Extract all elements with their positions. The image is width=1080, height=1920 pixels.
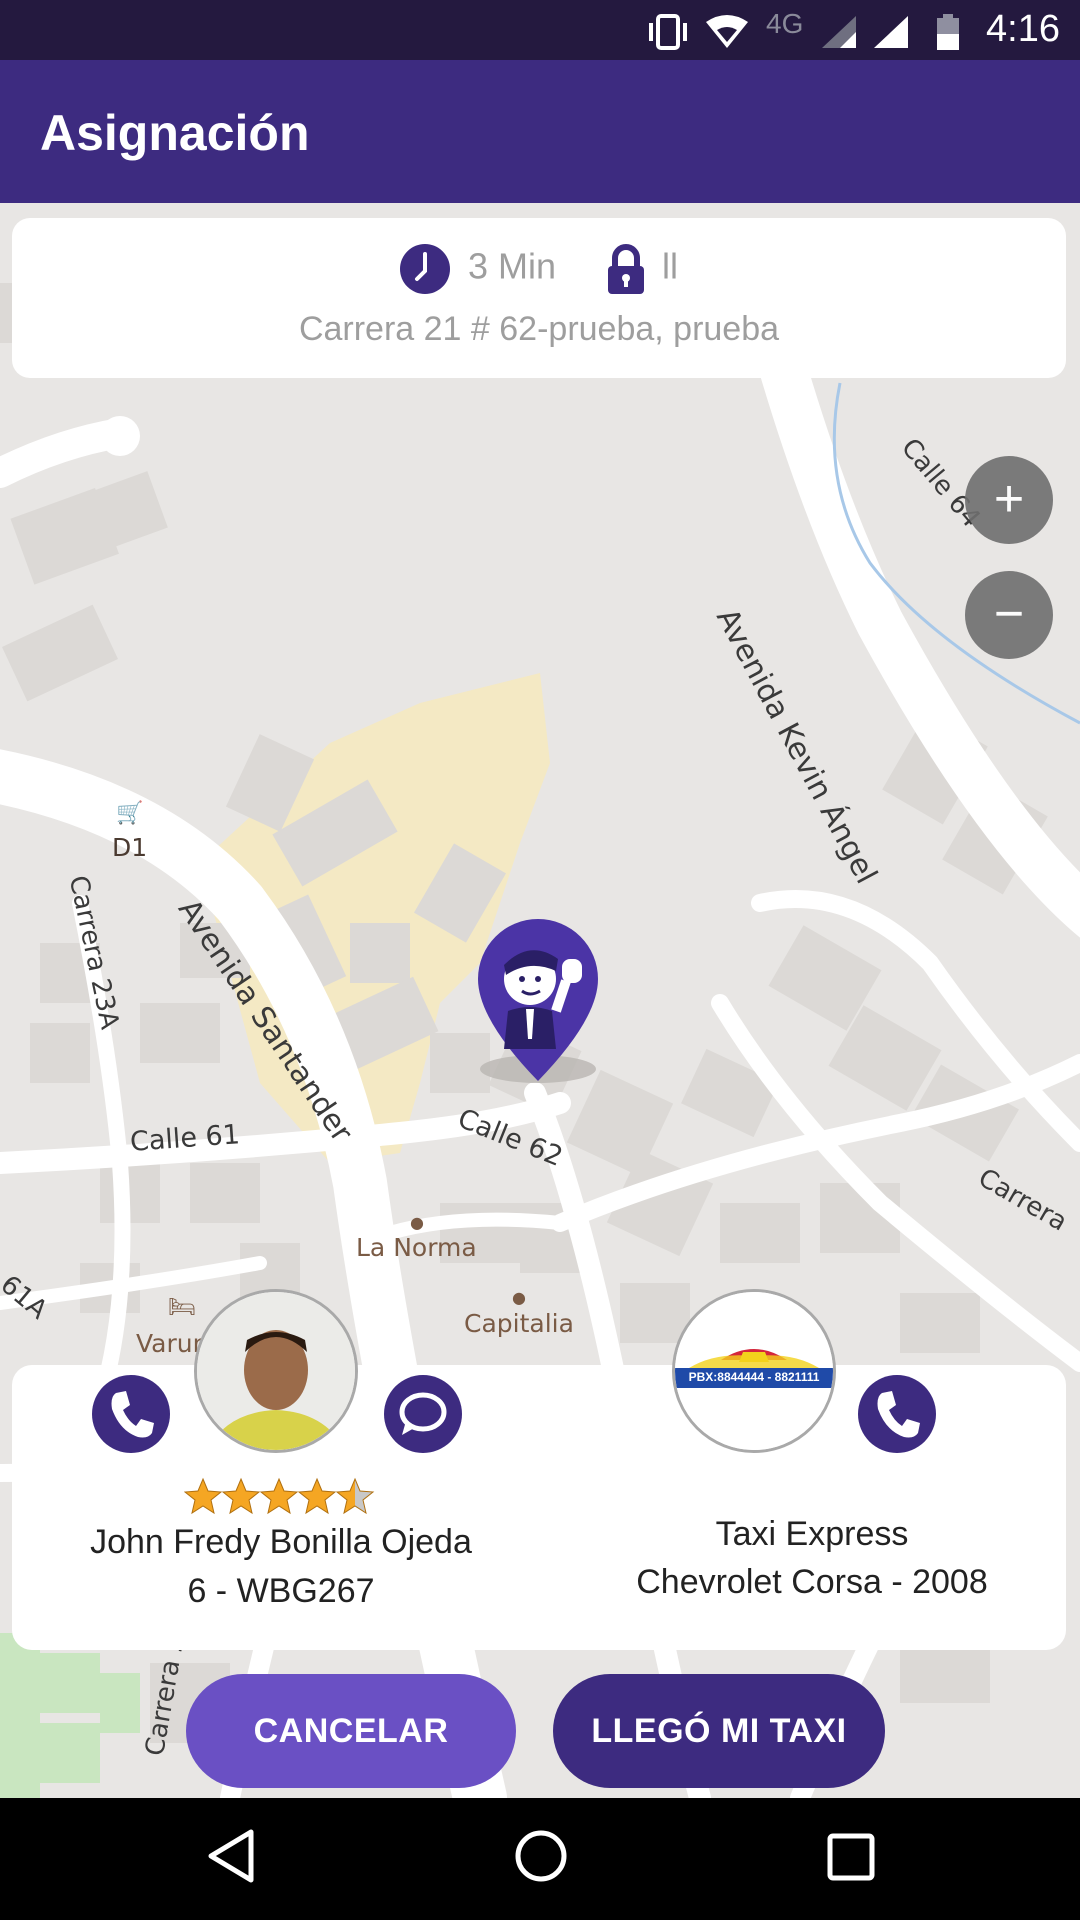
poi-dot: ● — [512, 1288, 526, 1307]
poi-label-la-norma: La Norma — [356, 1233, 477, 1262]
poi-dot: ● — [410, 1213, 424, 1232]
trip-info-card: 3 Min ll Carrera 21 # 62-prueba, prueba — [12, 218, 1066, 378]
network-type-label: 4G — [766, 8, 804, 39]
status-time: 4:16 — [986, 8, 1060, 50]
driver-avatar — [194, 1289, 358, 1453]
zoom-in-button[interactable]: + — [965, 456, 1053, 544]
company-logo: PBX:8844444 - 8821111 — [672, 1289, 836, 1453]
home-icon[interactable] — [513, 1828, 569, 1889]
page-title: Asignación — [40, 105, 310, 161]
company-vehicle: Chevrolet Corsa - 2008 — [636, 1563, 988, 1601]
status-bar: 4G 4:16 — [0, 0, 1080, 60]
driver-card: John Fredy Bonilla Ojeda 6 - WBG267 Taxi… — [12, 1365, 1066, 1650]
call-company-button[interactable] — [858, 1375, 936, 1453]
lock-icon — [606, 244, 646, 294]
app-bar: Asignación — [0, 60, 1080, 203]
company-name: Taxi Express — [715, 1515, 909, 1553]
hotel-icon: 🛏 — [168, 1295, 196, 1320]
signal-icon — [872, 14, 912, 58]
user-location-pin[interactable] — [468, 919, 608, 1089]
poi-label-d1: D1 — [112, 833, 148, 862]
zoom-out-button[interactable]: − — [965, 571, 1053, 659]
driver-vehicle-id: 6 - WBG267 — [187, 1572, 375, 1610]
poi-cart-icon: 🛒 — [116, 801, 144, 826]
eta-text: 3 Min — [467, 245, 556, 287]
phone-icon — [877, 1391, 920, 1438]
wifi-icon — [704, 14, 750, 58]
vibrate-icon — [645, 14, 691, 58]
signal-weak-icon — [820, 14, 860, 58]
system-nav-bar — [0, 1798, 1080, 1920]
taxi-arrived-button[interactable]: LLEGÓ MI TAXI — [553, 1674, 885, 1788]
phone-icon — [111, 1391, 154, 1438]
call-driver-button[interactable] — [92, 1375, 170, 1453]
battery-icon — [935, 14, 961, 60]
clock-icon — [399, 244, 450, 294]
company-logo-text: PBX:8844444 - 8821111 — [688, 1370, 820, 1384]
back-icon[interactable] — [205, 1828, 257, 1889]
poi-label-capitalia: Capitalia — [464, 1309, 574, 1338]
pickup-address: Carrera 21 # 62-prueba, prueba — [298, 310, 780, 348]
trip-info-row: 3 Min ll — [12, 244, 1066, 294]
cancel-button[interactable]: CANCELAR — [186, 1674, 516, 1788]
lock-text: ll — [662, 245, 679, 287]
chat-icon — [399, 1392, 447, 1435]
message-driver-button[interactable] — [384, 1375, 462, 1453]
driver-name: John Fredy Bonilla Ojeda — [90, 1523, 472, 1561]
recents-icon[interactable] — [826, 1828, 876, 1889]
driver-rating-stars — [183, 1477, 378, 1522]
